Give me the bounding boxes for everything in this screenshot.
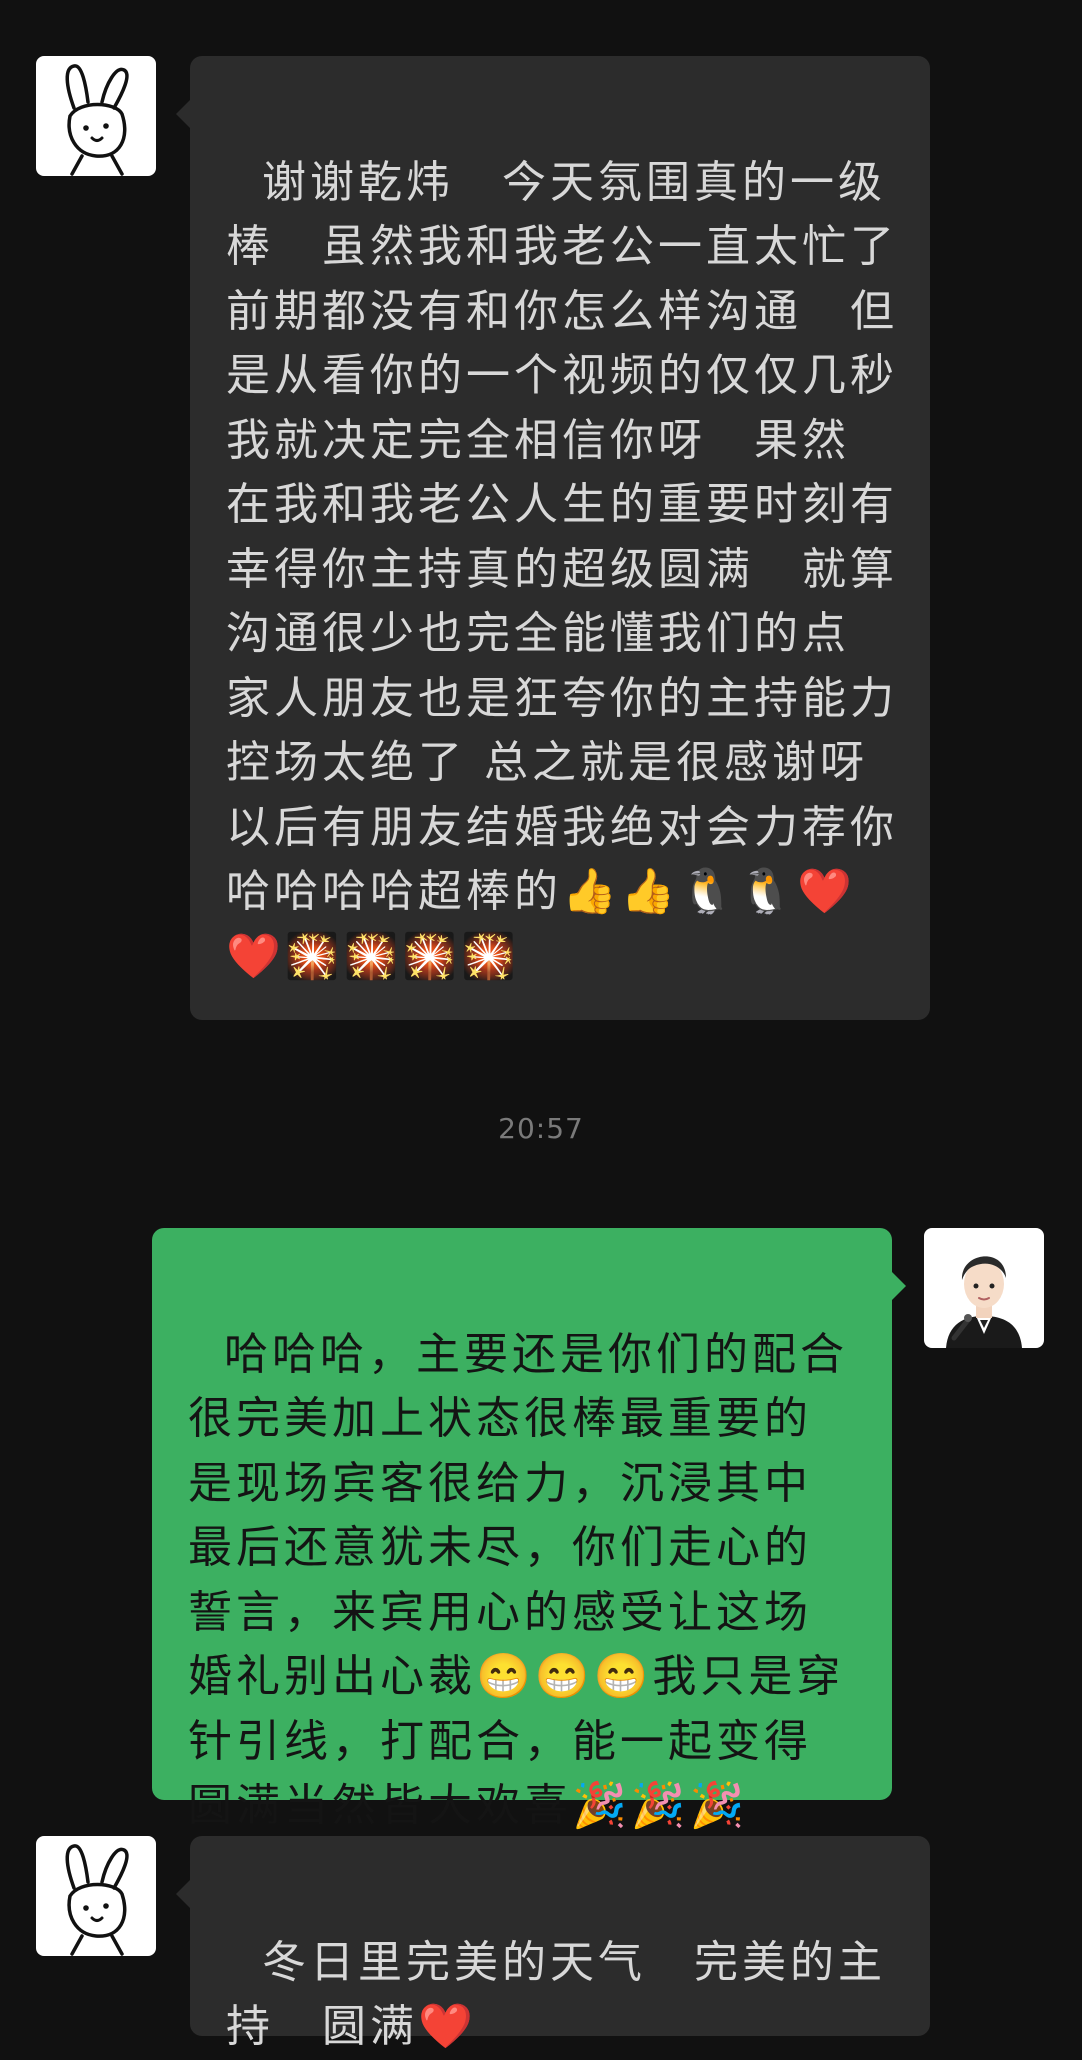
incoming-message-bubble[interactable]: 谢谢乾炜 今天氛围真的一级棒 虽然我和我老公一直太忙了前期都没有和你怎么样沟通 … — [176, 56, 930, 1020]
host-avatar-icon — [924, 1228, 1044, 1348]
message-text: 冬日里完美的天气 完美的主持 圆满❤️ — [226, 1936, 886, 2053]
self-avatar[interactable] — [924, 1228, 1044, 1348]
bunny-avatar-icon — [36, 56, 156, 176]
outgoing-message-bubble[interactable]: 哈哈哈，主要还是你们的配合很完美加上状态很棒最重要的是现场宾客很给力，沉浸其中最… — [152, 1228, 906, 1831]
incoming-message-bubble[interactable]: 冬日里完美的天气 完美的主持 圆满❤️ — [176, 1836, 930, 2052]
contact-avatar-1[interactable] — [36, 56, 156, 176]
bunny-avatar-icon — [36, 1836, 156, 1956]
message-text: 谢谢乾炜 今天氛围真的一级棒 虽然我和我老公一直太忙了前期都没有和你怎么样沟通 … — [226, 156, 946, 982]
message-text: 哈哈哈，主要还是你们的配合很完美加上状态很棒最重要的是现场宾客很给力，沉浸其中最… — [188, 1328, 848, 1832]
message-timestamp: 20:57 — [498, 1112, 584, 1145]
contact-avatar-2[interactable] — [36, 1836, 156, 1956]
previous-message-fragment — [0, 0, 1082, 14]
